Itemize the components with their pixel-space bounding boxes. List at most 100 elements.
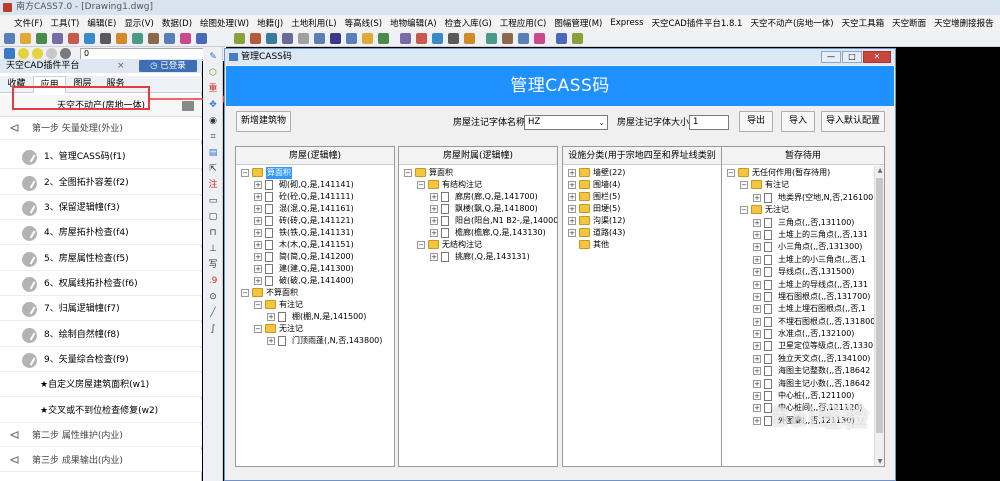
tree-node[interactable]: + 木(木,Q,是,141151) [236, 239, 394, 251]
toolbar-tool-icon[interactable] [556, 33, 567, 44]
expand-icon[interactable]: + [568, 217, 576, 225]
expand-icon[interactable]: + [267, 313, 275, 321]
maximize-button[interactable]: □ [842, 51, 862, 63]
font-name-select[interactable]: HZ ⌄ [524, 115, 608, 130]
tree-node[interactable]: + 独立天文点(,,否,134100) [722, 353, 884, 365]
menu-item[interactable]: 天空CAD插件平台1.8.1 [648, 17, 747, 29]
tree-node[interactable]: + 简(简,Q,是,141200) [236, 251, 394, 263]
menu-item[interactable]: 工程应用(C) [496, 17, 551, 29]
expand-icon[interactable]: + [568, 205, 576, 213]
scroll-down-icon[interactable]: ▼ [875, 457, 884, 466]
draw-tool-icon[interactable]: 写 [207, 259, 219, 271]
expand-icon[interactable]: + [267, 337, 275, 345]
tree-node[interactable]: − 无任何作用(暂存待用) [722, 167, 884, 179]
collapse-icon[interactable]: − [404, 169, 412, 177]
close-button[interactable]: ✕ [863, 51, 891, 63]
expand-icon[interactable]: + [568, 229, 576, 237]
toolbar-tool-icon[interactable] [180, 33, 191, 44]
collapse-icon[interactable]: − [740, 206, 748, 215]
draw-tool-icon[interactable]: ⇱ [207, 163, 219, 175]
tree-node[interactable]: − 有注记 [236, 299, 394, 311]
tree-node[interactable]: + 道路(43) [563, 227, 721, 239]
layer-state-icon[interactable] [4, 48, 15, 59]
toolbar-tool-icon[interactable] [378, 33, 389, 44]
tree-node[interactable]: + 田埂(5) [563, 203, 721, 215]
layer-state-icon[interactable] [46, 48, 57, 59]
expand-icon[interactable]: + [430, 205, 438, 213]
step-item[interactable]: ★交叉或不到位检查修复(w2) [0, 399, 202, 423]
tree-node[interactable]: + 水准点(,,否,132100) [722, 328, 884, 340]
expand-icon[interactable]: + [430, 253, 438, 261]
collapse-icon[interactable]: − [241, 289, 249, 297]
expand-icon[interactable]: + [753, 367, 761, 376]
menu-item[interactable]: 数据(D) [158, 17, 196, 29]
draw-tool-icon[interactable]: .9 [207, 275, 219, 287]
tree-node[interactable]: + 卫星定位等级点(,,否,1330 [722, 340, 884, 352]
expand-icon[interactable]: + [254, 217, 262, 225]
tree-node[interactable]: − 无注记 [722, 204, 884, 216]
expand-icon[interactable]: + [753, 404, 761, 413]
toolbar-tool-icon[interactable] [486, 33, 497, 44]
tree-node[interactable]: + 围栏(5) [563, 191, 721, 203]
login-status-button[interactable]: ◷ 已登录 [139, 60, 197, 72]
draw-tool-icon[interactable]: ⊓ [207, 227, 219, 239]
tree-view[interactable]: + 墙壁(22) + 围墙(4) + 围栏(5) + 田埂(5) + 沟渠(12) + 道路(43) 其… [563, 167, 721, 251]
expand-icon[interactable]: + [753, 280, 761, 289]
collapse-icon[interactable]: − [727, 169, 735, 177]
expand-icon[interactable]: + [753, 268, 761, 277]
expand-icon[interactable]: + [753, 243, 761, 252]
expand-icon[interactable]: + [753, 354, 761, 363]
tree-node[interactable]: + 三角点(,,否,131100) [722, 217, 884, 229]
toolbar-tool-icon[interactable] [234, 33, 245, 44]
tree-node[interactable]: + 棚(棚,N,是,141500) [236, 311, 394, 323]
toolbar-tool-icon[interactable] [282, 33, 293, 44]
collapse-icon[interactable]: − [740, 181, 748, 190]
expand-icon[interactable]: + [568, 181, 576, 189]
menu-item[interactable]: 地物编辑(A) [386, 17, 440, 29]
toolbar-tool-icon[interactable] [68, 33, 79, 44]
draw-tool-icon[interactable]: ⬡ [207, 67, 219, 79]
tree-node[interactable]: + 地类界(空地,N,否,216100 [722, 192, 884, 204]
draw-tool-icon[interactable]: ⌗ [207, 131, 219, 143]
tree-node[interactable]: + 铁(铁,Q,是,141131) [236, 227, 394, 239]
menu-item[interactable]: 土地利用(L) [287, 17, 340, 29]
collapse-icon[interactable]: − [254, 325, 262, 333]
step-header[interactable]: ⊲ 第三步 成果输出(内业) [0, 450, 202, 472]
menu-item[interactable]: 天空增删接报告 [930, 17, 998, 29]
toolbar-tool-icon[interactable] [20, 33, 31, 44]
tree-node[interactable]: − 无注记 [236, 323, 394, 335]
tree-node[interactable]: + 阳台(阳台,N1 B2-,是,140001 [399, 215, 557, 227]
menu-item[interactable]: 天空不动产(房地一体) [746, 17, 837, 29]
expand-icon[interactable]: + [254, 193, 262, 201]
tree-node[interactable]: + 海图主记整数(,,否,18642 [722, 365, 884, 377]
draw-tool-icon[interactable]: ▭ [207, 195, 219, 207]
tree-node[interactable]: + 砖(砖,Q,是,141121) [236, 215, 394, 227]
step-item[interactable]: 1、管理CASS码(f1) [0, 145, 202, 169]
toolbar-tool-icon[interactable] [298, 33, 309, 44]
tree-node[interactable]: + 混(混,Q,是,141161) [236, 203, 394, 215]
expand-icon[interactable]: + [430, 193, 438, 201]
draw-tool-icon[interactable]: ◉ [207, 115, 219, 127]
expand-icon[interactable]: + [430, 229, 438, 237]
tree-node[interactable]: + 檐廊(檐廊,Q,是,143130) [399, 227, 557, 239]
collapse-icon[interactable]: − [417, 181, 425, 189]
tree-node[interactable]: + 土堆上的三角点(,,否,131 [722, 229, 884, 241]
draw-tool-icon[interactable]: ⊙ [207, 291, 219, 303]
draw-tool-icon[interactable]: ✎ [207, 51, 219, 63]
tree-node[interactable]: − 有结构注记 [399, 179, 557, 191]
tree-node[interactable]: + 廊房(廊,Q,是,141700) [399, 191, 557, 203]
tree-node[interactable]: + 墙壁(22) [563, 167, 721, 179]
new-building-button[interactable]: 新增建筑物 [236, 111, 291, 132]
step-header[interactable]: ⊲ 第一步 矢量处理(外业) [0, 118, 202, 140]
toolbar-tool-icon[interactable] [100, 33, 111, 44]
tree-view[interactable]: − 算面积 − 有结构注记 + 廊房(廊,Q,是,141700) + 飘楼(飘,Q,是,141… [399, 167, 557, 263]
tree-node[interactable]: − 无结构注记 [399, 239, 557, 251]
expand-icon[interactable]: + [753, 330, 761, 339]
toolbar-tool-icon[interactable] [4, 33, 15, 44]
menu-item[interactable]: 检查入库(G) [441, 17, 496, 29]
expand-icon[interactable]: + [753, 416, 761, 425]
layer-state-icon[interactable] [60, 48, 71, 59]
scroll-up-icon[interactable]: ▲ [875, 166, 884, 176]
tree-node[interactable]: − 算面积 [236, 167, 394, 179]
minimize-button[interactable]: — [821, 51, 841, 63]
